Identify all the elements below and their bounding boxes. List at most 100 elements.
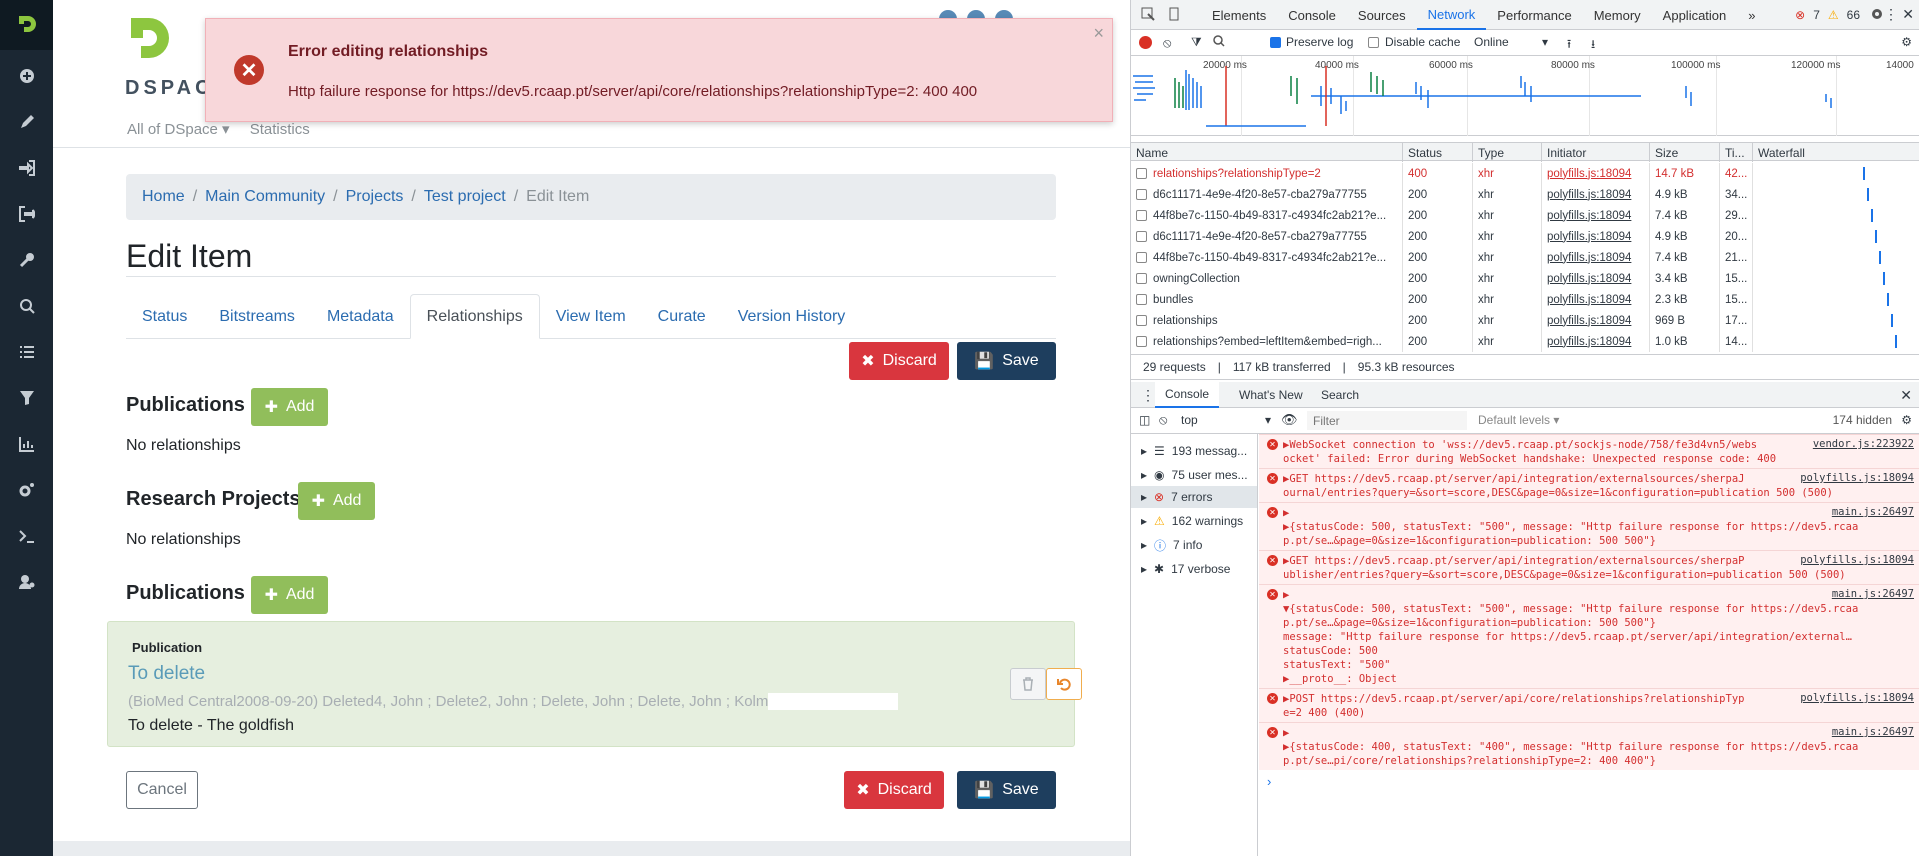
network-request-row[interactable]: bundles 200 xhr polyfills.js:18094 2.3 kB 15.…: [1131, 289, 1919, 310]
search-icon[interactable]: [0, 286, 53, 326]
network-request-row[interactable]: relationships?relationshipType=2 400 xhr po…: [1131, 163, 1919, 184]
cancel-button[interactable]: Cancel: [126, 771, 198, 809]
console-error-message[interactable]: ✕ ▶POST https://dev5.rcaap.pt/server/api/…: [1259, 688, 1919, 722]
console-error-message[interactable]: ✕ ▶ ▶{statusCode: 500, statusText: "500", …: [1259, 502, 1919, 550]
cell-initiator[interactable]: polyfills.js:18094: [1542, 247, 1650, 268]
preserve-log-checkbox[interactable]: Preserve log: [1270, 35, 1353, 49]
tab-curate[interactable]: Curate: [642, 294, 722, 339]
levels-select[interactable]: Default levels ▾: [1478, 413, 1559, 427]
trash-icon[interactable]: [1010, 668, 1046, 700]
sidebar-messages[interactable]: ▸ ☰ 193 messag...: [1141, 440, 1247, 462]
cell-initiator[interactable]: polyfills.js:18094: [1542, 184, 1650, 205]
cell-initiator[interactable]: polyfills.js:18094: [1542, 268, 1650, 289]
nav-statistics[interactable]: Statistics: [250, 121, 310, 138]
tab-performance[interactable]: Performance: [1486, 0, 1582, 30]
discard-button-bottom[interactable]: ✖ Discard: [844, 771, 944, 809]
console-error-message[interactable]: ✕ ▶ ▶{statusCode: 400, statusText: "400", …: [1259, 722, 1919, 770]
console-source-link[interactable]: main.js:26497: [1832, 726, 1914, 738]
dspace-logo-icon[interactable]: [0, 0, 53, 50]
add-research-project-button[interactable]: ✚ Add: [298, 482, 375, 520]
console-source-link[interactable]: main.js:26497: [1832, 588, 1914, 600]
terminal-icon[interactable]: [0, 516, 53, 556]
add-publication-button-2[interactable]: ✚ Add: [251, 576, 328, 614]
tab-sources[interactable]: Sources: [1347, 0, 1417, 30]
add-icon[interactable]: [0, 56, 53, 96]
network-timeline[interactable]: 20000 ms 40000 ms 60000 ms 80000 ms 1000…: [1131, 56, 1919, 136]
console-source-link[interactable]: polyfills.js:18094: [1800, 554, 1914, 566]
dspace-logo-icon[interactable]: [125, 14, 175, 67]
tab-metadata[interactable]: Metadata: [311, 294, 410, 339]
eye-icon[interactable]: 👁: [1281, 412, 1298, 428]
toast-close-button[interactable]: ×: [1093, 23, 1104, 44]
console-error-message[interactable]: ✕ ▶GET https://dev5.rcaap.pt/server/api/i…: [1259, 468, 1919, 502]
key-icon[interactable]: [0, 240, 53, 280]
record-icon[interactable]: [1139, 36, 1152, 49]
clear-console-icon[interactable]: ⦸: [1159, 412, 1167, 428]
network-request-row[interactable]: relationships 200 xhr polyfills.js:18094 969…: [1131, 310, 1919, 331]
tab-more[interactable]: »: [1737, 0, 1766, 30]
console-source-link[interactable]: polyfills.js:18094: [1800, 692, 1914, 704]
add-publication-button[interactable]: ✚ Add: [251, 388, 328, 426]
console-source-link[interactable]: vendor.js:223922: [1813, 438, 1914, 450]
tab-bitstreams[interactable]: Bitstreams: [203, 294, 311, 339]
col-status[interactable]: Status: [1403, 143, 1473, 162]
breadcrumb-test-project[interactable]: Test project: [424, 188, 506, 206]
breadcrumb-home[interactable]: Home: [142, 188, 185, 206]
drawer-tab-search[interactable]: Search: [1311, 382, 1369, 408]
publication-title-link[interactable]: To delete: [128, 663, 205, 685]
sidebar-verbose[interactable]: ▸ ✱ 17 verbose: [1141, 558, 1230, 580]
network-request-row[interactable]: owningCollection 200 xhr polyfills.js:18094…: [1131, 268, 1919, 289]
import-icon[interactable]: [0, 148, 53, 188]
list-icon[interactable]: [0, 332, 53, 372]
cell-initiator[interactable]: polyfills.js:18094: [1542, 289, 1650, 310]
export-icon[interactable]: [0, 194, 53, 234]
cell-initiator[interactable]: polyfills.js:18094: [1542, 163, 1650, 184]
nav-all-of-dspace[interactable]: All of DSpace ▾: [127, 121, 230, 138]
tab-elements[interactable]: Elements: [1201, 0, 1277, 30]
settings-icon[interactable]: [0, 470, 53, 510]
console-settings-icon[interactable]: ⚙: [1901, 413, 1912, 427]
close-icon[interactable]: ✕: [1900, 382, 1912, 408]
gear-icon[interactable]: [1870, 7, 1884, 24]
discard-button[interactable]: ✖ Discard: [849, 342, 949, 380]
breadcrumb-projects[interactable]: Projects: [346, 188, 404, 206]
kebab-menu-icon[interactable]: ⋮: [1884, 6, 1898, 23]
drawer-tab-whats-new[interactable]: What's New: [1229, 382, 1313, 408]
network-request-row[interactable]: 44f8be7c-1150-4b49-8317-c4934fc2ab21?e..…: [1131, 205, 1919, 226]
col-size[interactable]: Size: [1650, 143, 1720, 162]
disable-cache-checkbox[interactable]: Disable cache: [1368, 35, 1460, 49]
cell-initiator[interactable]: polyfills.js:18094: [1542, 331, 1650, 352]
network-request-row[interactable]: relationships?embed=leftItem&embed=righ.…: [1131, 331, 1919, 352]
tab-view-item[interactable]: View Item: [540, 294, 642, 339]
close-icon[interactable]: ✕: [1902, 6, 1914, 23]
cell-initiator[interactable]: polyfills.js:18094: [1542, 226, 1650, 247]
network-settings-icon[interactable]: ⚙: [1901, 35, 1912, 49]
save-button-bottom[interactable]: 💾 Save: [957, 771, 1056, 809]
console-error-message[interactable]: ✕ ▶WebSocket connection to 'wss://dev5.rc…: [1259, 434, 1919, 468]
import-har-icon[interactable]: ⭱: [1567, 35, 1571, 56]
tab-memory[interactable]: Memory: [1583, 0, 1652, 30]
tab-status[interactable]: Status: [126, 294, 203, 339]
clear-icon[interactable]: ⦸: [1163, 35, 1171, 51]
issue-counts[interactable]: ⊗ 7 ⚠ 66: [1795, 8, 1860, 22]
drawer-menu-icon[interactable]: ⋮: [1141, 382, 1155, 408]
tab-console[interactable]: Console: [1277, 0, 1347, 30]
context-select[interactable]: top ▾: [1181, 413, 1271, 427]
cell-initiator[interactable]: polyfills.js:18094: [1542, 205, 1650, 226]
user-settings-icon[interactable]: [0, 562, 53, 602]
col-waterfall[interactable]: Waterfall: [1753, 143, 1919, 162]
col-initiator[interactable]: Initiator: [1542, 143, 1650, 162]
console-error-message[interactable]: ✕ ▶GET https://dev5.rcaap.pt/server/api/i…: [1259, 550, 1919, 584]
console-error-message[interactable]: ✕ ▶ ▼{statusCode: 500, statusText: "500", …: [1259, 584, 1919, 688]
sidebar-user-messages[interactable]: ▸ ◉ 75 user mes...: [1141, 464, 1248, 486]
export-har-icon[interactable]: ⭳: [1591, 35, 1595, 56]
cell-initiator[interactable]: polyfills.js:18094: [1542, 310, 1650, 331]
save-button[interactable]: 💾 Save: [957, 342, 1056, 380]
col-name[interactable]: Name: [1131, 143, 1403, 162]
tab-relationships[interactable]: Relationships: [409, 294, 540, 339]
breadcrumb-main-community[interactable]: Main Community: [205, 188, 325, 206]
network-request-row[interactable]: d6c11171-4e9e-4f20-8e57-cba279a77755 200 x…: [1131, 184, 1919, 205]
drawer-tab-console[interactable]: Console: [1155, 382, 1220, 408]
network-request-row[interactable]: 44f8be7c-1150-4b49-8317-c4934fc2ab21?e..…: [1131, 247, 1919, 268]
col-time[interactable]: Ti...: [1720, 143, 1753, 162]
